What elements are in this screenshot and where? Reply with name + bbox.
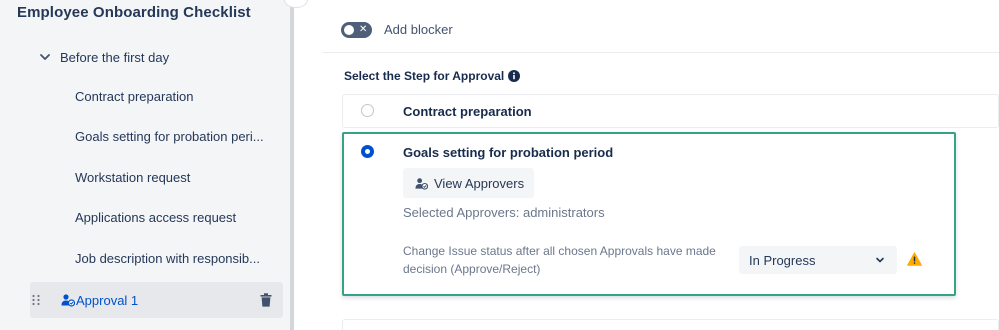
sidebar-section-before-first-day[interactable]: Before the first day (38, 46, 169, 68)
chevron-down-icon (40, 54, 50, 60)
option-label-contract-preparation: Contract preparation (403, 104, 532, 119)
toggle-knob (344, 25, 354, 35)
sidebar-section-label: Before the first day (60, 49, 170, 65)
change-status-description: Change Issue status after all chosen App… (403, 244, 716, 276)
divider (322, 52, 999, 53)
sidebar-item-workstation-request[interactable]: Workstation request (75, 170, 190, 185)
sidebar-item-approval-label: Approval 1 (76, 292, 139, 308)
close-icon: ✕ (359, 24, 368, 35)
radio-goals-setting[interactable] (361, 145, 374, 158)
step-approval-heading-text: Select the Step for Approval (344, 69, 505, 83)
status-select[interactable]: In Progress (739, 246, 897, 274)
status-select-value: In Progress (749, 252, 816, 268)
info-icon[interactable] (508, 70, 521, 82)
approvers-icon (61, 294, 75, 307)
add-blocker-toggle[interactable]: ✕ (341, 22, 372, 38)
sidebar-item-goals-setting[interactable]: Goals setting for probation peri... (75, 129, 264, 144)
sidebar-item-job-description[interactable]: Job description with responsib... (75, 251, 260, 266)
sidebar: Employee Onboarding Checklist Before the… (0, 0, 290, 330)
selected-approvers-text: Selected Approvers: administrators (403, 205, 605, 220)
sidebar-title: Employee Onboarding Checklist (17, 4, 251, 21)
sidebar-item-applications-access[interactable]: Applications access request (75, 210, 236, 225)
radio-contract-preparation[interactable] (361, 104, 374, 117)
add-blocker-label: Add blocker (384, 22, 453, 37)
warning-icon (907, 252, 922, 266)
view-approvers-label: View Approvers (434, 175, 525, 191)
approvers-icon (415, 177, 428, 190)
sidebar-item-contract-preparation[interactable]: Contract preparation (75, 89, 194, 104)
step-approval-heading: Select the Step for Approval (344, 69, 521, 83)
drag-handle-icon[interactable] (31, 293, 41, 307)
sidebar-item-approval-1[interactable]: Approval 1 (30, 282, 283, 318)
view-approvers-button[interactable]: View Approvers (403, 168, 534, 198)
trash-icon[interactable] (260, 293, 272, 307)
option-label-goals-setting: Goals setting for probation period (403, 145, 614, 160)
chevron-down-icon (876, 257, 884, 263)
option-card-next[interactable] (342, 319, 999, 330)
sidebar-scrollbar[interactable] (290, 0, 294, 330)
